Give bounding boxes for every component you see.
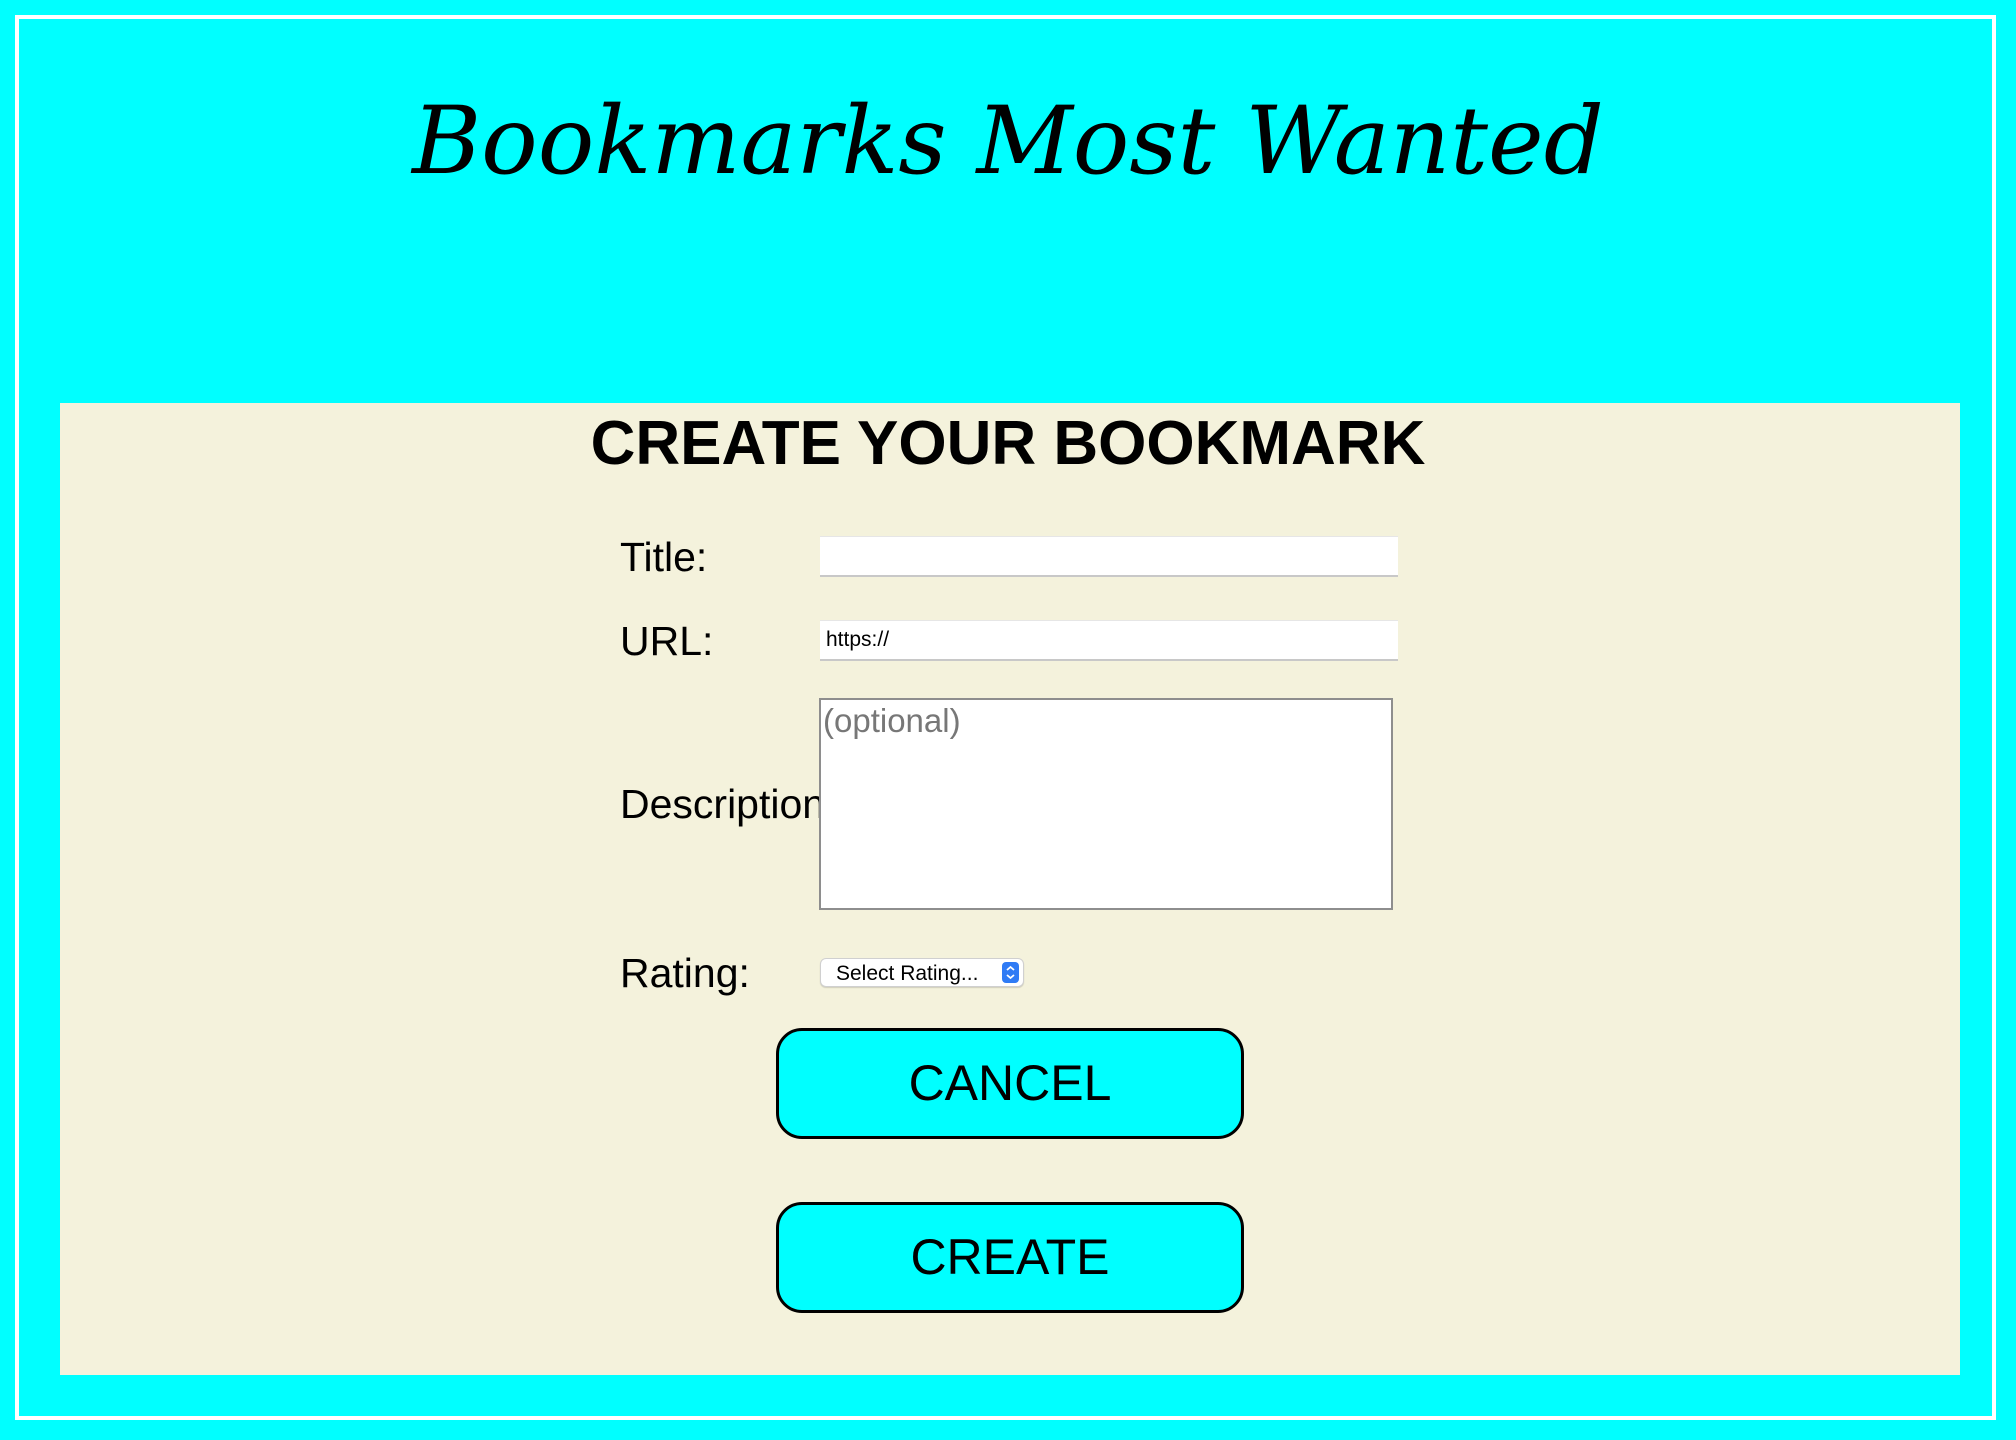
cancel-button[interactable]: CANCEL [776,1028,1244,1139]
title-label: Title: [620,534,708,580]
url-label: URL: [620,618,714,664]
form-heading: CREATE YOUR BOOKMARK [590,409,1426,478]
site-title: Bookmarks Most Wanted [412,87,1604,196]
title-input[interactable] [820,536,1398,577]
rating-label: Rating: [620,950,750,996]
url-input[interactable] [820,620,1398,661]
rating-select-value: Select Rating... [836,962,979,985]
description-label: Description: [620,781,837,827]
chevron-up-down-icon [1002,962,1019,983]
description-textarea[interactable] [819,698,1393,910]
create-button[interactable]: CREATE [776,1202,1244,1313]
rating-select[interactable]: Select Rating... [820,958,1024,987]
